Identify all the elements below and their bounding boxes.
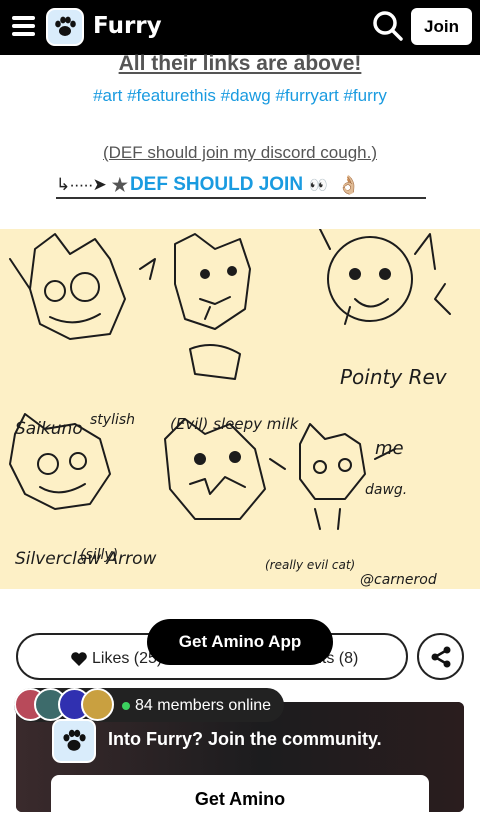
- promo-logo-icon: [52, 719, 96, 763]
- art-label: me: [375, 438, 404, 459]
- art-label: Pointy Rev: [340, 365, 448, 389]
- community-logo-icon[interactable]: [46, 8, 84, 46]
- member-avatars[interactable]: [14, 688, 114, 721]
- online-dot-icon: [122, 702, 130, 710]
- avatar: [81, 688, 114, 721]
- discord-note[interactable]: (DEF should join my discord cough.): [0, 143, 480, 163]
- ok-hand-emoji: 👌🏼: [337, 174, 361, 195]
- online-count: 84 members online: [122, 697, 271, 715]
- promo-text: Into Furry? Join the community.: [108, 729, 382, 749]
- online-label: 84 members online: [135, 697, 272, 714]
- hashtags[interactable]: #art #featurethis #dawg #furryart #furry: [0, 86, 480, 106]
- get-amino-app-button[interactable]: Get Amino App: [147, 619, 333, 665]
- post-artwork[interactable]: Pointy Rev Saikuno stylish (Evil) sleepy…: [0, 229, 480, 589]
- eyes-emoji: 👀: [309, 177, 328, 194]
- join-button[interactable]: Join: [411, 8, 472, 45]
- search-icon[interactable]: [372, 10, 404, 42]
- menu-icon[interactable]: [12, 16, 35, 36]
- art-label: Saikuno: [15, 419, 83, 439]
- art-label: @carnerod: [360, 572, 437, 588]
- art-label: Silverclaw Arrow: [15, 549, 157, 569]
- likes-button[interactable]: Likes (25): [70, 650, 162, 668]
- heart-icon: [71, 652, 87, 666]
- art-label: dawg.: [365, 482, 407, 498]
- art-label: stylish: [90, 412, 135, 428]
- links-note[interactable]: All their links are above!: [0, 52, 480, 76]
- art-label: (Evil) sleepy milk: [170, 415, 300, 433]
- arrow-icon: ↳·····➤: [56, 175, 107, 194]
- art-label: (really evil cat): [265, 558, 355, 572]
- share-button[interactable]: [417, 633, 464, 680]
- star-icon: ★: [111, 174, 128, 195]
- app-name[interactable]: Furry: [93, 13, 162, 39]
- get-amino-button[interactable]: Get Amino: [51, 775, 429, 821]
- join-link-line[interactable]: ↳·····➤ ★ DEF SHOULD JOIN 👀 👌🏼: [56, 173, 426, 199]
- top-bar: Furry Join: [0, 0, 480, 55]
- share-icon: [431, 646, 450, 667]
- join-link[interactable]: DEF SHOULD JOIN: [130, 174, 303, 196]
